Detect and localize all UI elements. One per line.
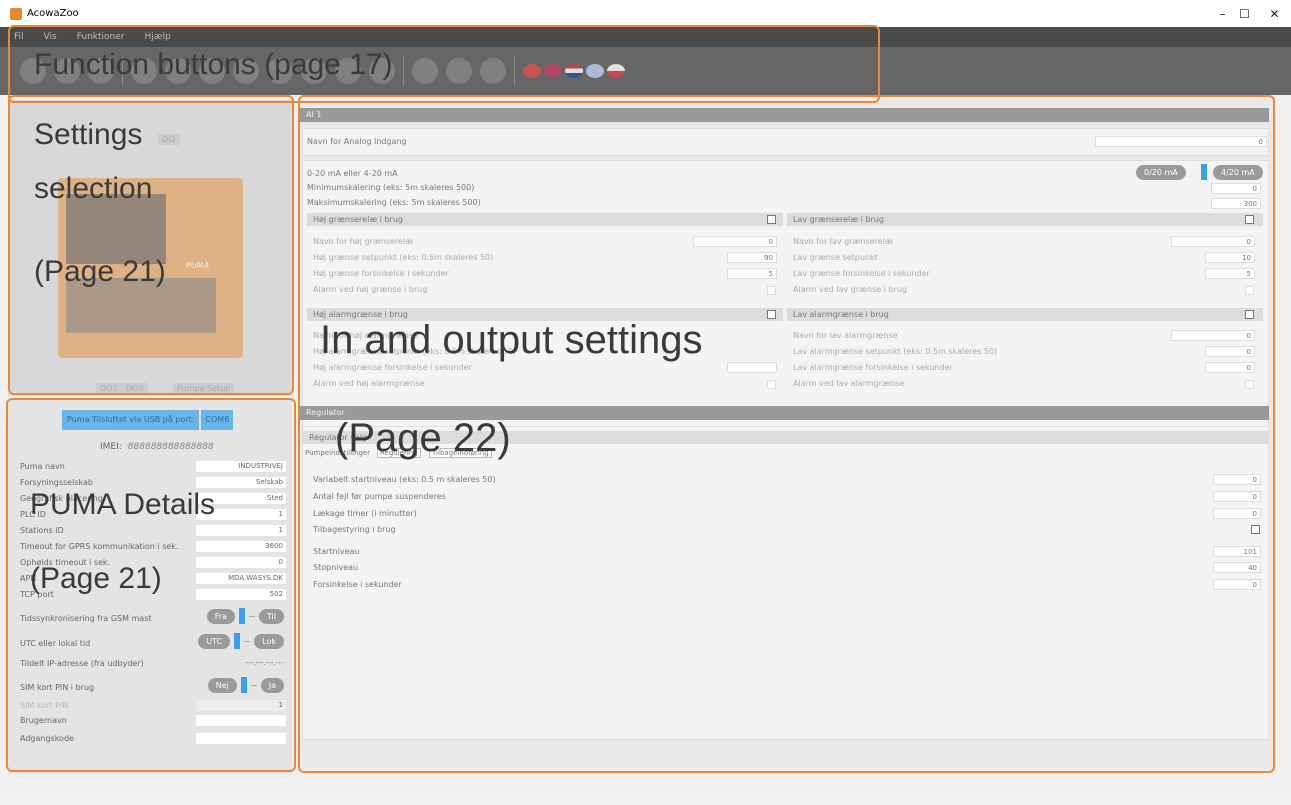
- window-title-bar: AcowaZoo – ☐ ✕: [0, 0, 1291, 27]
- horizontal-scrollbar[interactable]: [0, 793, 1291, 805]
- puma-details-caption: PUMA Details: [30, 488, 216, 521]
- vertical-scrollbar[interactable]: [1278, 95, 1291, 795]
- settings-caption-1: Settings: [34, 118, 143, 151]
- window-title: AcowaZoo: [27, 8, 79, 19]
- settings-caption-3: (Page 21): [34, 255, 166, 288]
- app-icon: [10, 7, 22, 20]
- puma-page-caption: (Page 21): [30, 562, 162, 595]
- close-button[interactable]: ✕: [1252, 0, 1291, 27]
- io-page-caption: (Page 22): [335, 416, 511, 460]
- settings-caption-2: selection: [34, 172, 153, 205]
- function-buttons-caption: Function buttons (page 17): [34, 48, 393, 81]
- io-settings-caption: In and output settings: [320, 318, 703, 362]
